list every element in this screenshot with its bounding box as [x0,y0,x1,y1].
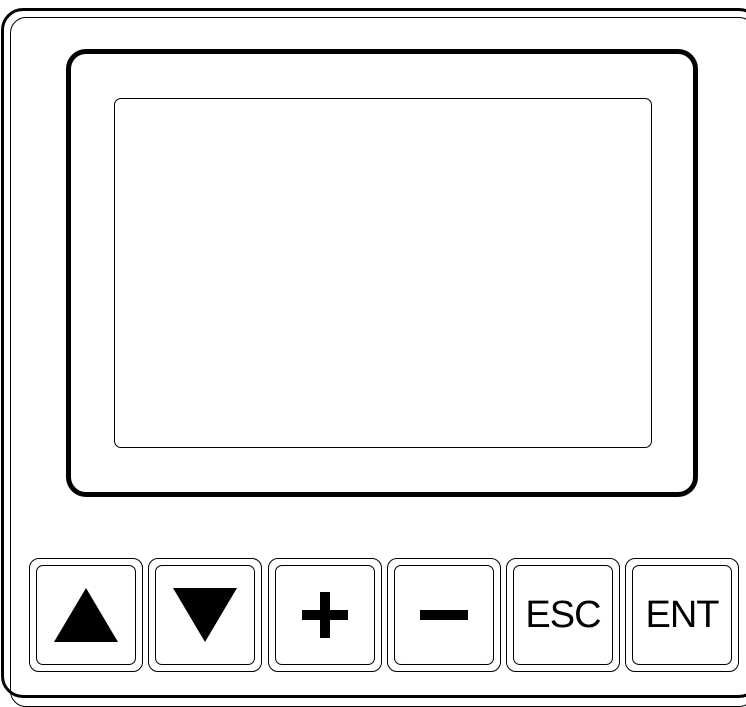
down-button[interactable] [148,558,262,672]
ent-button[interactable]: ENT [625,558,739,672]
esc-button[interactable]: ESC [506,558,620,672]
plus-button[interactable] [268,558,382,672]
plus-button-face [275,565,375,665]
up-button[interactable] [29,558,143,672]
plus-icon [302,592,348,638]
up-button-face [36,565,136,665]
esc-button-face: ESC [513,565,613,665]
ent-button-face: ENT [632,565,732,665]
triangle-down-icon [173,588,237,642]
display-screen [114,98,652,448]
ent-button-label: ENT [645,594,720,636]
minus-button[interactable] [387,558,501,672]
minus-icon [420,610,468,620]
triangle-up-icon [54,588,118,642]
minus-button-face [394,565,494,665]
down-button-face [155,565,255,665]
esc-button-label: ESC [525,594,601,636]
